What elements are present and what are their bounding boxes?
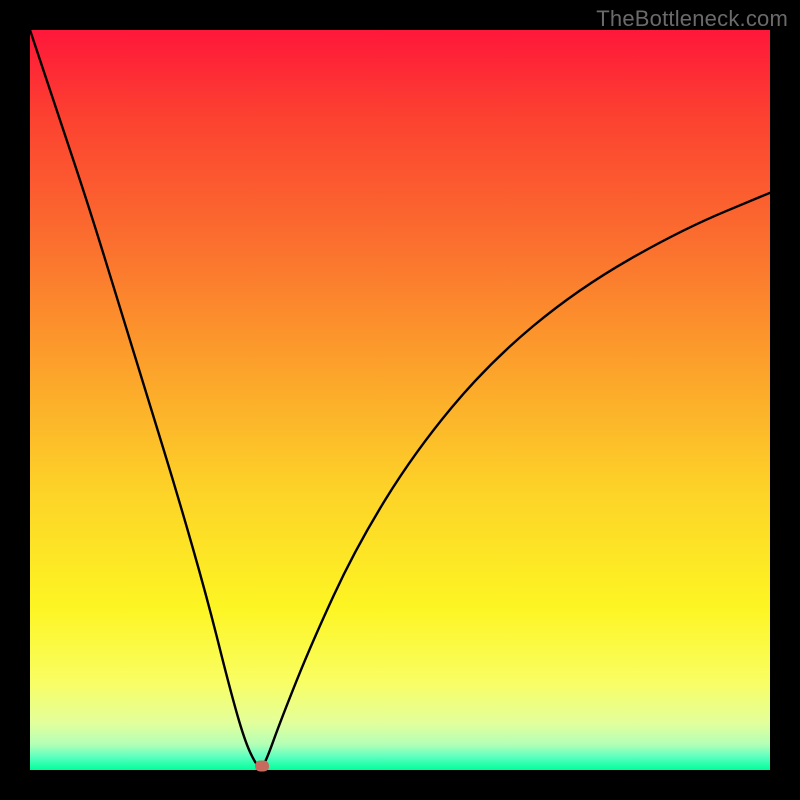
bottleneck-curve-path: [30, 30, 770, 767]
chart-stage: TheBottleneck.com: [0, 0, 800, 800]
curve-svg: [30, 30, 770, 770]
watermark-text: TheBottleneck.com: [596, 6, 788, 32]
plot-area: [30, 30, 770, 770]
minimum-marker: [255, 761, 269, 772]
